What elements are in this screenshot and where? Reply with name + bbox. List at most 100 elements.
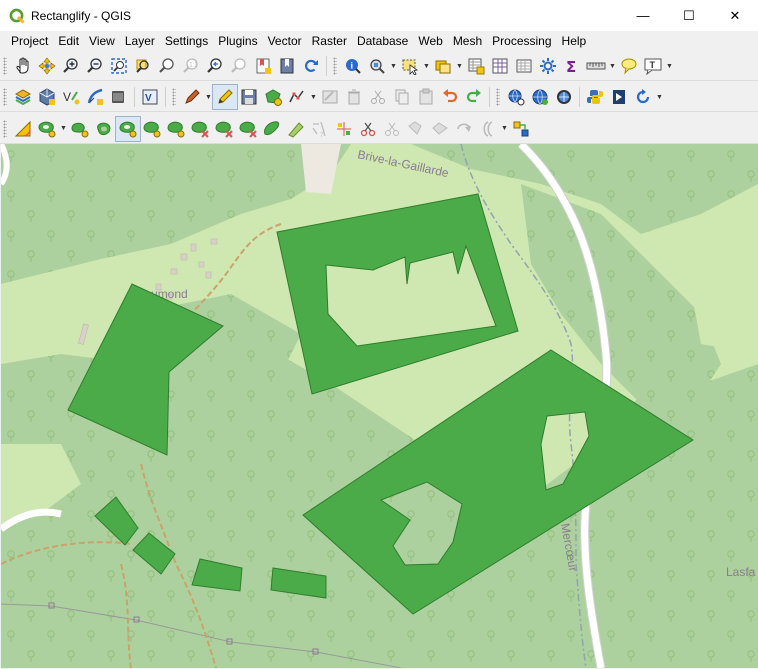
advanced-digitizing-icon[interactable] bbox=[11, 117, 35, 141]
pan-icon[interactable] bbox=[11, 54, 35, 78]
map-canvas[interactable]: Brive-la-Gaillarde Chaumond Mercœur Lasf… bbox=[1, 144, 758, 668]
add-part-icon[interactable] bbox=[68, 117, 92, 141]
data-source-manager-icon[interactable] bbox=[11, 85, 35, 109]
menu-vector[interactable]: Vector bbox=[263, 31, 307, 51]
zoom-in-icon[interactable] bbox=[59, 54, 83, 78]
copy-features-icon[interactable] bbox=[390, 85, 414, 109]
chevron-down-icon[interactable]: ▼ bbox=[655, 85, 664, 109]
merge-features-icon[interactable] bbox=[260, 117, 284, 141]
zoom-out-icon[interactable] bbox=[83, 54, 107, 78]
zoom-to-layer-icon[interactable] bbox=[155, 54, 179, 78]
menu-view[interactable]: View bbox=[84, 31, 120, 51]
menu-raster[interactable]: Raster bbox=[307, 31, 352, 51]
redo-icon[interactable] bbox=[462, 85, 486, 109]
statistics-icon[interactable] bbox=[536, 54, 560, 78]
new-bookmark-icon[interactable] bbox=[251, 54, 275, 78]
menu-settings[interactable]: Settings bbox=[160, 31, 213, 51]
toggle-editing-icon[interactable] bbox=[212, 84, 238, 110]
add-polygon-icon[interactable] bbox=[261, 85, 285, 109]
plugin-reload-icon[interactable] bbox=[631, 85, 655, 109]
measure-line-icon[interactable] bbox=[584, 54, 608, 78]
maximize-button[interactable]: ☐ bbox=[666, 0, 712, 31]
python-icon[interactable] bbox=[583, 85, 607, 109]
chevron-down-icon[interactable]: ▼ bbox=[608, 54, 617, 78]
split-features-icon[interactable] bbox=[356, 117, 380, 141]
new-geopackage-icon[interactable] bbox=[35, 85, 59, 109]
field-calculator-icon[interactable] bbox=[488, 54, 512, 78]
menu-help[interactable]: Help bbox=[557, 31, 592, 51]
chevron-down-icon[interactable]: ▼ bbox=[309, 85, 318, 109]
toolbar-grip[interactable] bbox=[333, 57, 337, 75]
processing-toolbox-icon[interactable] bbox=[512, 54, 536, 78]
select-features-icon[interactable] bbox=[398, 54, 422, 78]
vertex-tool-icon[interactable] bbox=[285, 85, 309, 109]
chevron-down-icon[interactable]: ▼ bbox=[389, 54, 398, 78]
delete-part-icon[interactable] bbox=[140, 117, 164, 141]
toolbar-grip[interactable] bbox=[3, 119, 7, 138]
toolbar-grip[interactable] bbox=[3, 88, 7, 106]
zoom-to-selection-icon[interactable] bbox=[131, 54, 155, 78]
rotate-point-symbols-icon[interactable] bbox=[452, 117, 476, 141]
chevron-down-icon[interactable]: ▼ bbox=[204, 85, 213, 109]
attribute-table-icon[interactable] bbox=[464, 54, 488, 78]
toolbar-grip[interactable] bbox=[3, 57, 7, 75]
menu-edit[interactable]: Edit bbox=[53, 31, 84, 51]
toolbar-grip[interactable] bbox=[172, 88, 176, 106]
chevron-down-icon[interactable]: ▼ bbox=[665, 54, 674, 78]
text-annotation-icon[interactable]: T bbox=[641, 54, 665, 78]
chevron-down-icon[interactable]: ▼ bbox=[422, 54, 431, 78]
simplify-icon[interactable] bbox=[332, 117, 356, 141]
python-console-icon[interactable]: V bbox=[138, 85, 162, 109]
delete-selected-icon[interactable] bbox=[342, 85, 366, 109]
close-button[interactable]: ✕ bbox=[712, 0, 758, 31]
toolbar-grip[interactable] bbox=[496, 88, 500, 106]
add-ring-icon[interactable] bbox=[35, 117, 59, 141]
pan-to-selection-icon[interactable] bbox=[35, 54, 59, 78]
paste-features-icon[interactable] bbox=[414, 85, 438, 109]
reshape-icon[interactable] bbox=[164, 117, 188, 141]
split-parts-icon[interactable] bbox=[236, 117, 260, 141]
openstreetmap-icon[interactable] bbox=[552, 85, 576, 109]
split-parts-icon[interactable] bbox=[380, 117, 404, 141]
menu-plugins[interactable]: Plugins bbox=[213, 31, 262, 51]
deselect-icon[interactable] bbox=[431, 54, 455, 78]
chevron-down-icon[interactable]: ▼ bbox=[500, 117, 509, 141]
merge-attributes-icon[interactable] bbox=[428, 117, 452, 141]
qms-icon[interactable] bbox=[528, 85, 552, 109]
delete-ring-icon[interactable] bbox=[115, 115, 141, 142]
new-shapefile-icon[interactable]: V bbox=[59, 85, 83, 109]
undo-icon[interactable] bbox=[438, 85, 462, 109]
plugin-icon[interactable] bbox=[607, 85, 631, 109]
measure-icon[interactable] bbox=[365, 54, 389, 78]
menu-mesh[interactable]: Mesh bbox=[448, 31, 487, 51]
refresh-icon[interactable] bbox=[299, 54, 323, 78]
map-tips-icon[interactable] bbox=[617, 54, 641, 78]
simplify-icon[interactable] bbox=[509, 117, 533, 141]
minimize-button[interactable]: — bbox=[620, 0, 666, 31]
zoom-native-icon[interactable]: 1:1 bbox=[179, 54, 203, 78]
split-features-icon[interactable] bbox=[212, 117, 236, 141]
chevron-down-icon[interactable]: ▼ bbox=[455, 54, 464, 78]
new-virtual-layer-icon[interactable] bbox=[107, 85, 131, 109]
merge-attributes-icon[interactable] bbox=[284, 117, 308, 141]
menu-web[interactable]: Web bbox=[413, 31, 447, 51]
offset-curve-icon[interactable] bbox=[188, 117, 212, 141]
zoom-next-icon[interactable] bbox=[227, 54, 251, 78]
cut-features-icon[interactable] bbox=[366, 85, 390, 109]
metasearch-icon[interactable] bbox=[504, 85, 528, 109]
identify-icon[interactable]: i bbox=[341, 54, 365, 78]
show-bookmarks-icon[interactable] bbox=[275, 54, 299, 78]
chevron-down-icon[interactable]: ▼ bbox=[59, 117, 68, 141]
zoom-last-icon[interactable] bbox=[203, 54, 227, 78]
modify-attributes-icon[interactable] bbox=[318, 85, 342, 109]
current-edits-icon[interactable] bbox=[180, 85, 204, 109]
save-edits-icon[interactable] bbox=[237, 85, 261, 109]
zoom-full-icon[interactable] bbox=[107, 54, 131, 78]
menu-layer[interactable]: Layer bbox=[120, 31, 160, 51]
rotate-point-symbols-icon[interactable]: 7 bbox=[308, 117, 332, 141]
sigma-icon[interactable]: Σ bbox=[560, 54, 584, 78]
fill-ring-icon[interactable] bbox=[92, 117, 116, 141]
offset-curve-icon[interactable] bbox=[476, 117, 500, 141]
new-spatialite-icon[interactable] bbox=[83, 85, 107, 109]
menu-project[interactable]: Project bbox=[0, 31, 53, 51]
